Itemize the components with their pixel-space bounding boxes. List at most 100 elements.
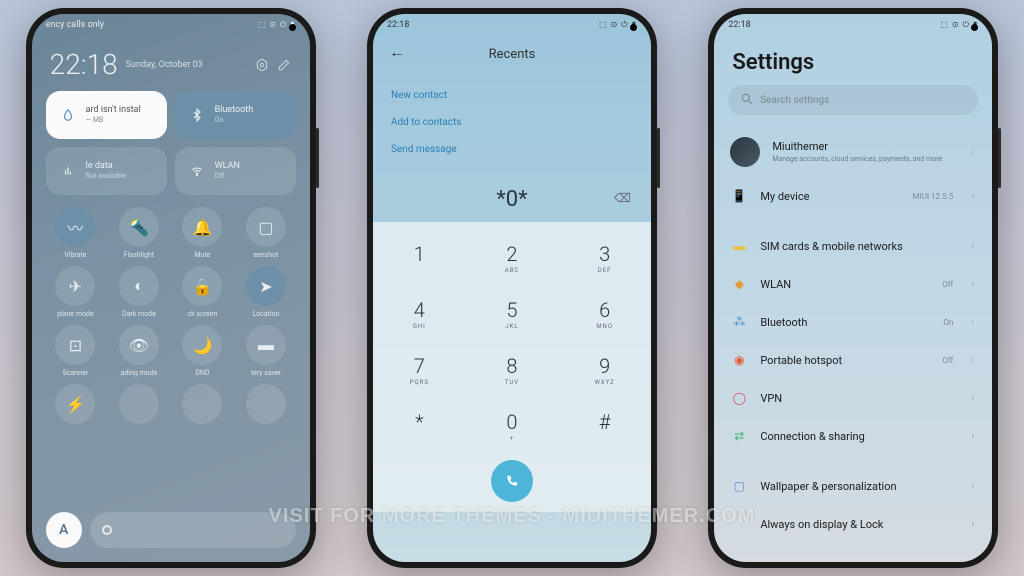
- quick-toggle[interactable]: 🔒 ck screen: [173, 266, 233, 319]
- toggle-icon: ▢: [246, 207, 286, 247]
- toggle-label: Flashlight: [124, 251, 154, 260]
- settings-row[interactable]: ◯VPN›: [714, 379, 992, 417]
- row-icon: ▢: [730, 477, 748, 495]
- chevron-right-icon: ›: [971, 279, 974, 290]
- water-drop-icon: [58, 105, 78, 125]
- row-icon: 📱: [730, 187, 748, 205]
- toggle-label: tery saver: [251, 369, 281, 378]
- toggle-label: Vibrate: [64, 251, 86, 260]
- account-row[interactable]: Miuithemer Manage accounts, cloud servic…: [714, 127, 992, 177]
- row-icon: ◉: [730, 351, 748, 369]
- keypad-key[interactable]: 3DEF: [558, 230, 651, 286]
- quick-toggle[interactable]: ⊡Scanner: [46, 325, 106, 378]
- row-value: Off: [942, 280, 953, 289]
- chevron-right-icon: ›: [971, 355, 974, 366]
- settings-row[interactable]: ▢ Wallpaper & personalization ›: [714, 467, 992, 505]
- dialed-number: *0* ⌫: [373, 177, 651, 222]
- keypad-key[interactable]: *: [373, 398, 466, 454]
- phone-settings: 22:18 ⬚ ⊙ ⏻ ▮ Settings Search settings M…: [708, 8, 998, 568]
- dialer-link[interactable]: Add to contacts: [391, 109, 633, 136]
- quick-toggle[interactable]: [236, 384, 296, 437]
- quick-toggle[interactable]: ▢ eenshot: [236, 207, 296, 260]
- toggle-label: Dark mode: [122, 310, 156, 319]
- keypad-key[interactable]: #: [558, 398, 651, 454]
- row-label: Wallpaper & personalization: [760, 480, 941, 493]
- backspace-icon[interactable]: ⌫: [614, 191, 631, 205]
- toggle-icon: 🌙: [182, 325, 222, 365]
- toggle-icon: ◐: [119, 266, 159, 306]
- quick-toggle-grid: 〰Vibrate 🔦 Flashlight 🔔Mute ▢ eenshot ✈plane m…: [32, 203, 310, 441]
- dialer-link[interactable]: Send message: [391, 136, 633, 163]
- quick-toggle[interactable]: ✈plane mode: [46, 266, 106, 319]
- status-time: 22:18: [387, 20, 409, 30]
- toggle-label: ading mode: [121, 369, 158, 378]
- tile-wlan[interactable]: WLANOff: [175, 147, 296, 195]
- search-icon: [740, 92, 754, 109]
- tile-bluetooth[interactable]: BluetoothOn: [175, 91, 296, 139]
- dialer-link[interactable]: New contact: [391, 82, 633, 109]
- toggle-icon: 🔒: [182, 266, 222, 306]
- toggle-icon: 🔦: [119, 207, 159, 247]
- search-input[interactable]: Search settings: [728, 85, 978, 115]
- quick-toggle[interactable]: ➤ Location: [236, 266, 296, 319]
- toggle-icon: ✈: [55, 266, 95, 306]
- tile-mobile-data[interactable]: le dataNot available: [46, 147, 167, 195]
- toggle-icon: 👁: [119, 325, 159, 365]
- settings-row[interactable]: ⇄Connection & sharing›: [714, 417, 992, 455]
- status-bar: 22:18 ⬚ ⊙ ⏻ ▮: [373, 14, 651, 36]
- camera-punch: [630, 24, 637, 31]
- settings-row[interactable]: ◉Portable hotspotOff›: [714, 341, 992, 379]
- toggle-label: ck screen: [187, 310, 217, 319]
- quick-toggle[interactable]: 🌙DND: [173, 325, 233, 378]
- quick-toggle[interactable]: ▬ tery saver: [236, 325, 296, 378]
- keypad-key[interactable]: 4GHI: [373, 286, 466, 342]
- quick-toggle[interactable]: 👁 ading mode: [109, 325, 169, 378]
- settings-row[interactable]: 📱My deviceMIUI 12.5.5›: [714, 177, 992, 215]
- status-bar: ency calls only ⬚ ⊙ ⏻ ▮: [32, 14, 310, 36]
- quick-toggle[interactable]: 🔔Mute: [173, 207, 233, 260]
- clock-date: Sunday, October 03: [126, 60, 203, 70]
- quick-toggle[interactable]: 🔦 Flashlight: [109, 207, 169, 260]
- quick-toggle[interactable]: [173, 384, 233, 437]
- keypad-key[interactable]: 1: [373, 230, 466, 286]
- quick-toggle[interactable]: 〰Vibrate: [46, 207, 106, 260]
- keypad-key[interactable]: 6MNO: [558, 286, 651, 342]
- settings-row[interactable]: ▬SIM cards & mobile networks›: [714, 227, 992, 265]
- data-icon: [58, 161, 78, 181]
- toggle-label: Location: [252, 310, 279, 319]
- keypad-key[interactable]: 0+: [466, 398, 559, 454]
- avatar: [730, 137, 760, 167]
- row-icon: ◯: [730, 389, 748, 407]
- toggle-icon: 🔔: [182, 207, 222, 247]
- chevron-right-icon: ›: [971, 241, 974, 252]
- watermark: VISIT FOR MORE THEMES - MIUITHEMER.COM: [0, 505, 1024, 528]
- row-value: MIUI 12.5.5: [913, 192, 954, 201]
- row-value: Off: [942, 356, 953, 365]
- chevron-right-icon: ›: [971, 431, 974, 442]
- keypad-key[interactable]: 8TUV: [466, 342, 559, 398]
- settings-row[interactable]: ⁂BluetoothOn›: [714, 303, 992, 341]
- row-value: On: [943, 318, 953, 327]
- keypad-key[interactable]: 2ABC: [466, 230, 559, 286]
- toggle-icon: [119, 384, 159, 424]
- toggle-label: eenshot: [253, 251, 278, 260]
- keypad-key[interactable]: 5JKL: [466, 286, 559, 342]
- chevron-right-icon: ›: [971, 481, 974, 492]
- tile-storage[interactable]: ard isn't instal— MB: [46, 91, 167, 139]
- quick-toggle[interactable]: ⚡: [46, 384, 106, 437]
- keypad-key[interactable]: 7PQRS: [373, 342, 466, 398]
- call-button[interactable]: [491, 460, 533, 502]
- toggle-label: Scanner: [63, 369, 88, 378]
- edit-icon[interactable]: [276, 57, 292, 73]
- settings-icon[interactable]: [254, 57, 270, 73]
- bluetooth-icon: [187, 105, 207, 125]
- toggle-icon: ➤: [246, 266, 286, 306]
- wifi-icon: [187, 161, 207, 181]
- row-label: Connection & sharing: [760, 430, 941, 443]
- quick-toggle[interactable]: ◐ Dark mode: [109, 266, 169, 319]
- row-label: VPN: [760, 392, 941, 405]
- quick-toggle[interactable]: [109, 384, 169, 437]
- toggle-icon: ▬: [246, 325, 286, 365]
- keypad-key[interactable]: 9WXYZ: [558, 342, 651, 398]
- settings-row[interactable]: ◆WLANOff›: [714, 265, 992, 303]
